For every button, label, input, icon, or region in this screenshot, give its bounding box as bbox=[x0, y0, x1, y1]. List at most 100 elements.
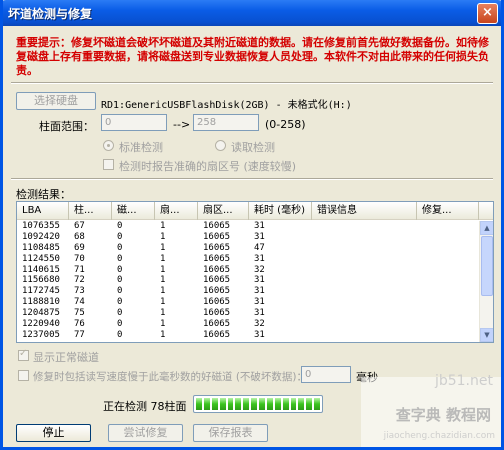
table-row[interactable]: 1237005 77 0 1 16065 31 bbox=[17, 330, 479, 341]
progress-fill bbox=[196, 398, 320, 410]
progress-bar bbox=[193, 395, 323, 413]
select-disk-button[interactable]: 选择硬盘 bbox=[16, 92, 96, 110]
table-cell: 1 bbox=[160, 253, 166, 264]
table-cell: 1 bbox=[160, 221, 166, 231]
table-row[interactable]: 1140615 71 0 1 16065 32 bbox=[17, 265, 479, 276]
table-cell: 31 bbox=[254, 286, 265, 297]
table-cell: 1237005 bbox=[22, 329, 60, 340]
table-cell: 70 bbox=[74, 253, 85, 264]
read-check-radio[interactable] bbox=[215, 140, 226, 151]
results-list[interactable]: LBA 柱... 磁... 扇... 扇区... 耗时 (毫秒) 错误信息 修复... 107… bbox=[16, 201, 494, 343]
progress-segment bbox=[227, 398, 234, 410]
table-row[interactable]: 1156680 72 0 1 16065 31 bbox=[17, 275, 479, 286]
table-cell: 31 bbox=[254, 297, 265, 308]
results-scrollbar[interactable]: ▲ ▼ bbox=[479, 221, 493, 342]
range-arrow: --> bbox=[173, 118, 191, 131]
table-row[interactable]: 1076355 67 0 1 16065 31 bbox=[17, 221, 479, 232]
table-row[interactable]: 1092420 68 0 1 16065 31 bbox=[17, 232, 479, 243]
repair-slow-label: 修复时包括读写速度慢于此毫秒数的好磁道 (不破坏数据)： bbox=[33, 371, 308, 383]
standard-check-label: 标准检测 bbox=[119, 141, 163, 154]
table-cell: 31 bbox=[254, 231, 265, 242]
table-row[interactable]: 1172745 73 0 1 16065 31 bbox=[17, 286, 479, 297]
progress-segment bbox=[266, 398, 273, 410]
table-cell: 0 bbox=[117, 264, 123, 275]
table-cell: 1 bbox=[160, 264, 166, 275]
table-cell: 16065 bbox=[203, 297, 231, 308]
progress-segment bbox=[314, 398, 320, 410]
progress-segment bbox=[251, 398, 257, 410]
disk-repair-window: 坏道检测与修复 × 重要提示：修复坏磁道会破坏坏磁道及其附近磁道的数据。请在修复… bbox=[0, 0, 504, 450]
column-header[interactable]: 修复... bbox=[417, 202, 479, 220]
show-normal-checkbox[interactable] bbox=[18, 348, 29, 361]
read-check-label: 读取检测 bbox=[231, 141, 275, 154]
try-repair-button[interactable]: 尝试修复 bbox=[108, 424, 183, 442]
report-sector-checkbox[interactable] bbox=[103, 159, 114, 170]
table-cell: 0 bbox=[117, 242, 123, 253]
table-cell: 16065 bbox=[203, 242, 231, 253]
results-header: LBA 柱... 磁... 扇... 扇区... 耗时 (毫秒) 错误信息 修复... bbox=[17, 202, 493, 220]
table-cell: 76 bbox=[74, 319, 85, 330]
divider bbox=[11, 178, 493, 180]
table-cell: 0 bbox=[117, 319, 123, 330]
table-cell: 0 bbox=[117, 221, 123, 231]
cylinder-to-input[interactable]: 258 bbox=[193, 114, 259, 131]
table-row[interactable]: 1124550 70 0 1 16065 31 bbox=[17, 254, 479, 265]
table-cell: 16065 bbox=[203, 319, 231, 330]
table-cell: 31 bbox=[254, 329, 265, 340]
progress-segment bbox=[196, 398, 202, 410]
table-cell: 1 bbox=[160, 297, 166, 308]
table-cell: 1 bbox=[160, 319, 166, 330]
cylinder-from-input[interactable]: 0 bbox=[101, 114, 167, 131]
table-cell: 0 bbox=[117, 275, 123, 286]
table-cell: 1204875 bbox=[22, 308, 60, 319]
table-cell: 16065 bbox=[203, 286, 231, 297]
column-header[interactable]: LBA bbox=[17, 202, 69, 220]
cylinder-range-hint: (0-258) bbox=[265, 118, 306, 131]
table-cell: 47 bbox=[254, 242, 265, 253]
watermark-url: jiaocheng.chazidian.com bbox=[383, 431, 495, 441]
table-row[interactable]: 1108485 69 0 1 16065 47 bbox=[17, 243, 479, 254]
table-cell: 1 bbox=[160, 242, 166, 253]
column-header[interactable]: 耗时 (毫秒) bbox=[249, 202, 312, 220]
progress-label: 正在检测 78柱面 bbox=[103, 400, 187, 413]
table-cell: 0 bbox=[117, 329, 123, 340]
results-label: 检测结果： bbox=[16, 188, 71, 201]
standard-check-radio[interactable] bbox=[103, 140, 114, 151]
table-cell: 1076355 bbox=[22, 221, 60, 231]
column-header[interactable]: 扇区... bbox=[198, 202, 249, 220]
table-cell: 0 bbox=[117, 308, 123, 319]
close-icon[interactable]: × bbox=[477, 3, 498, 24]
save-report-button[interactable]: 保存报表 bbox=[193, 424, 268, 442]
progress-segment bbox=[219, 398, 226, 410]
table-cell: 31 bbox=[254, 253, 265, 264]
table-cell: 1 bbox=[160, 308, 166, 319]
progress-segment bbox=[274, 398, 281, 410]
column-header[interactable]: 柱... bbox=[69, 202, 112, 220]
table-cell: 1 bbox=[160, 329, 166, 340]
table-cell: 16065 bbox=[203, 253, 231, 264]
scroll-thumb[interactable] bbox=[481, 236, 493, 296]
table-cell: 16065 bbox=[203, 275, 231, 286]
table-row[interactable]: 1188810 74 0 1 16065 31 bbox=[17, 297, 479, 308]
ms-threshold-input[interactable]: 0 bbox=[301, 366, 351, 383]
table-row[interactable]: 1220940 76 0 1 16065 32 bbox=[17, 319, 479, 330]
column-header[interactable]: 错误信息 bbox=[312, 202, 417, 220]
device-name: RD1:GenericUSBFlashDisk(2GB) - 未格式化(H:) bbox=[101, 100, 352, 111]
column-header[interactable]: 磁... bbox=[112, 202, 155, 220]
repair-slow-checkbox[interactable] bbox=[18, 370, 29, 381]
scroll-down-icon[interactable]: ▼ bbox=[480, 328, 493, 342]
title-bar[interactable]: 坏道检测与修复 × bbox=[3, 0, 501, 26]
table-cell: 1 bbox=[160, 275, 166, 286]
progress-segment bbox=[203, 398, 210, 410]
progress-segment bbox=[235, 398, 242, 410]
table-cell: 16065 bbox=[203, 264, 231, 275]
scroll-up-icon[interactable]: ▲ bbox=[480, 221, 493, 235]
table-cell: 75 bbox=[74, 308, 85, 319]
stop-button[interactable]: 停止 bbox=[16, 424, 91, 442]
table-row[interactable]: 1204875 75 0 1 16065 31 bbox=[17, 308, 479, 319]
table-cell: 73 bbox=[74, 286, 85, 297]
column-header[interactable]: 扇... bbox=[155, 202, 198, 220]
watermark-site: jb51.net bbox=[434, 373, 493, 389]
table-cell: 72 bbox=[74, 275, 85, 286]
window-title: 坏道检测与修复 bbox=[8, 7, 93, 21]
